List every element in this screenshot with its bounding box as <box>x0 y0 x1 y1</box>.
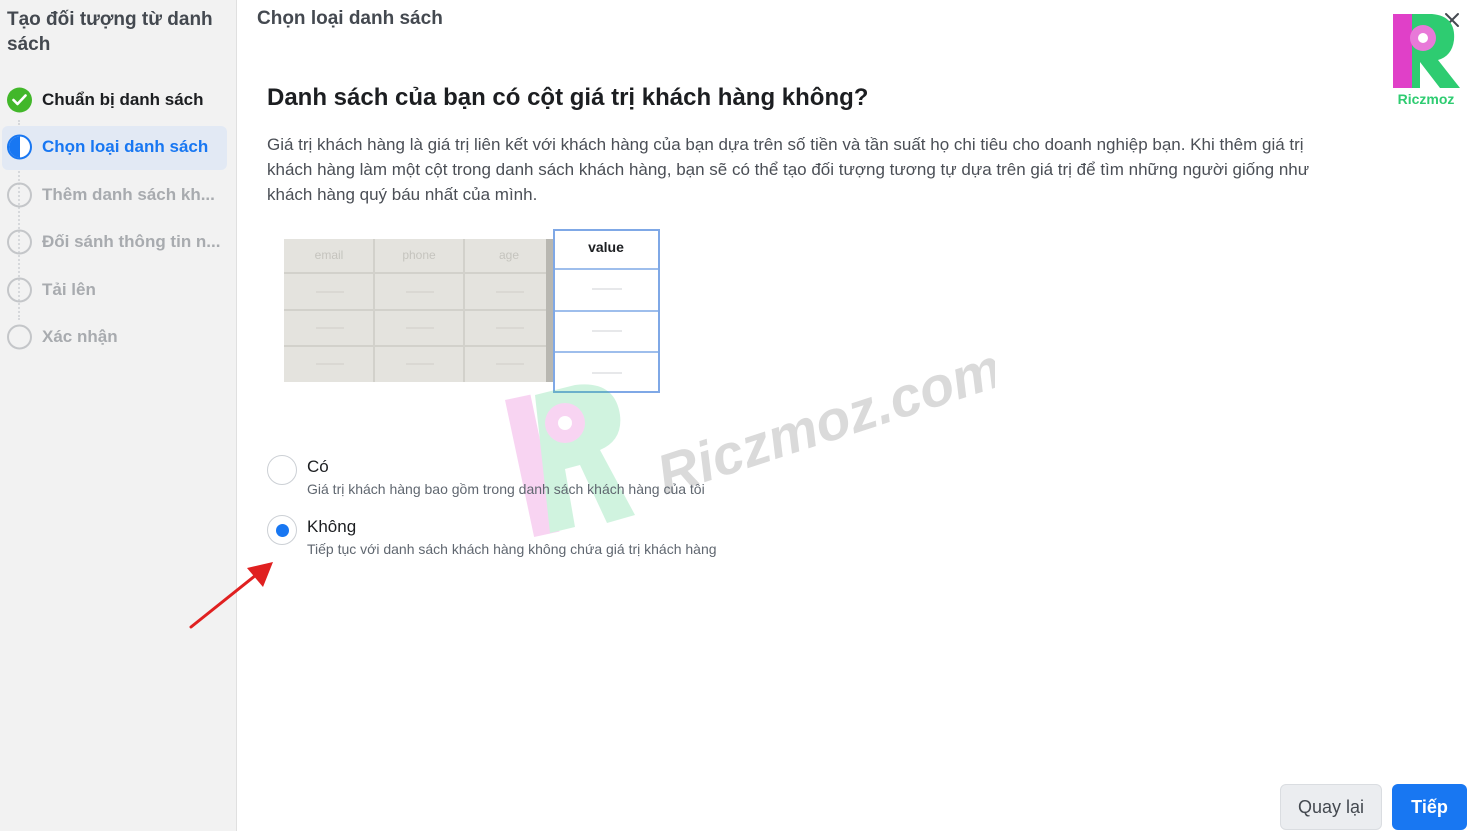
logo-text: Riczmoz <box>1398 91 1455 107</box>
annotation-arrow-icon <box>185 555 285 635</box>
question-heading: Danh sách của bạn có cột giá trị khách h… <box>267 84 869 111</box>
table-illustration: email phone age value <box>284 229 664 395</box>
step-add-customer-list[interactable]: Thêm danh sách kh... <box>0 171 237 219</box>
step-prepare-list[interactable]: Chuẩn bị danh sách <box>0 76 237 124</box>
step-list: Chuẩn bị danh sách Chọn loại danh sách T… <box>0 76 237 361</box>
empty-circle-icon <box>7 324 32 350</box>
step-label: Đối sánh thông tin n... <box>42 232 221 252</box>
radio-label: Không <box>307 517 357 536</box>
empty-circle-icon <box>7 277 32 303</box>
empty-circle-icon <box>7 229 32 255</box>
step-upload[interactable]: Tải lên <box>0 266 237 314</box>
illus-col-phone: phone <box>402 248 436 262</box>
step-label: Thêm danh sách kh... <box>42 184 215 204</box>
sidebar: Tạo đối tượng từ danh sách Chuẩn bị danh… <box>0 0 237 831</box>
back-button[interactable]: Quay lại <box>1280 784 1382 830</box>
half-circle-icon <box>7 134 32 160</box>
radio-sublabel: Tiếp tục với danh sách khách hàng không … <box>307 541 717 557</box>
radio-option-yes[interactable]: Có Giá trị khách hàng bao gồm trong danh… <box>267 455 867 507</box>
sidebar-title: Tạo đối tượng từ danh sách <box>7 9 213 55</box>
step-label: Chọn loại danh sách <box>42 137 209 157</box>
page-title: Chọn loại danh sách <box>257 8 443 29</box>
radio-option-no[interactable]: Không Tiếp tục với danh sách khách hàng … <box>267 515 867 567</box>
radio-button[interactable] <box>267 455 297 485</box>
description-text: Giá trị khách hàng là giá trị liên kết v… <box>267 135 1310 204</box>
next-button[interactable]: Tiếp <box>1392 784 1467 830</box>
radio-sublabel: Giá trị khách hàng bao gồm trong danh sá… <box>307 481 705 497</box>
radio-button-selected[interactable] <box>267 515 297 545</box>
step-match-info[interactable]: Đối sánh thông tin n... <box>0 219 237 267</box>
empty-circle-icon <box>7 182 32 208</box>
illus-col-email: email <box>315 248 344 262</box>
brand-logo: Riczmoz <box>1390 12 1462 108</box>
step-label: Chuẩn bị danh sách <box>42 89 204 109</box>
illus-col-value: value <box>588 239 624 255</box>
illus-col-age: age <box>499 248 519 262</box>
step-label: Tải lên <box>42 279 96 299</box>
step-choose-list-type[interactable]: Chọn loại danh sách <box>0 124 237 172</box>
radio-label: Có <box>307 457 329 476</box>
step-label: Xác nhận <box>42 327 118 347</box>
check-circle-icon <box>7 87 32 113</box>
step-confirm[interactable]: Xác nhận <box>0 314 237 362</box>
